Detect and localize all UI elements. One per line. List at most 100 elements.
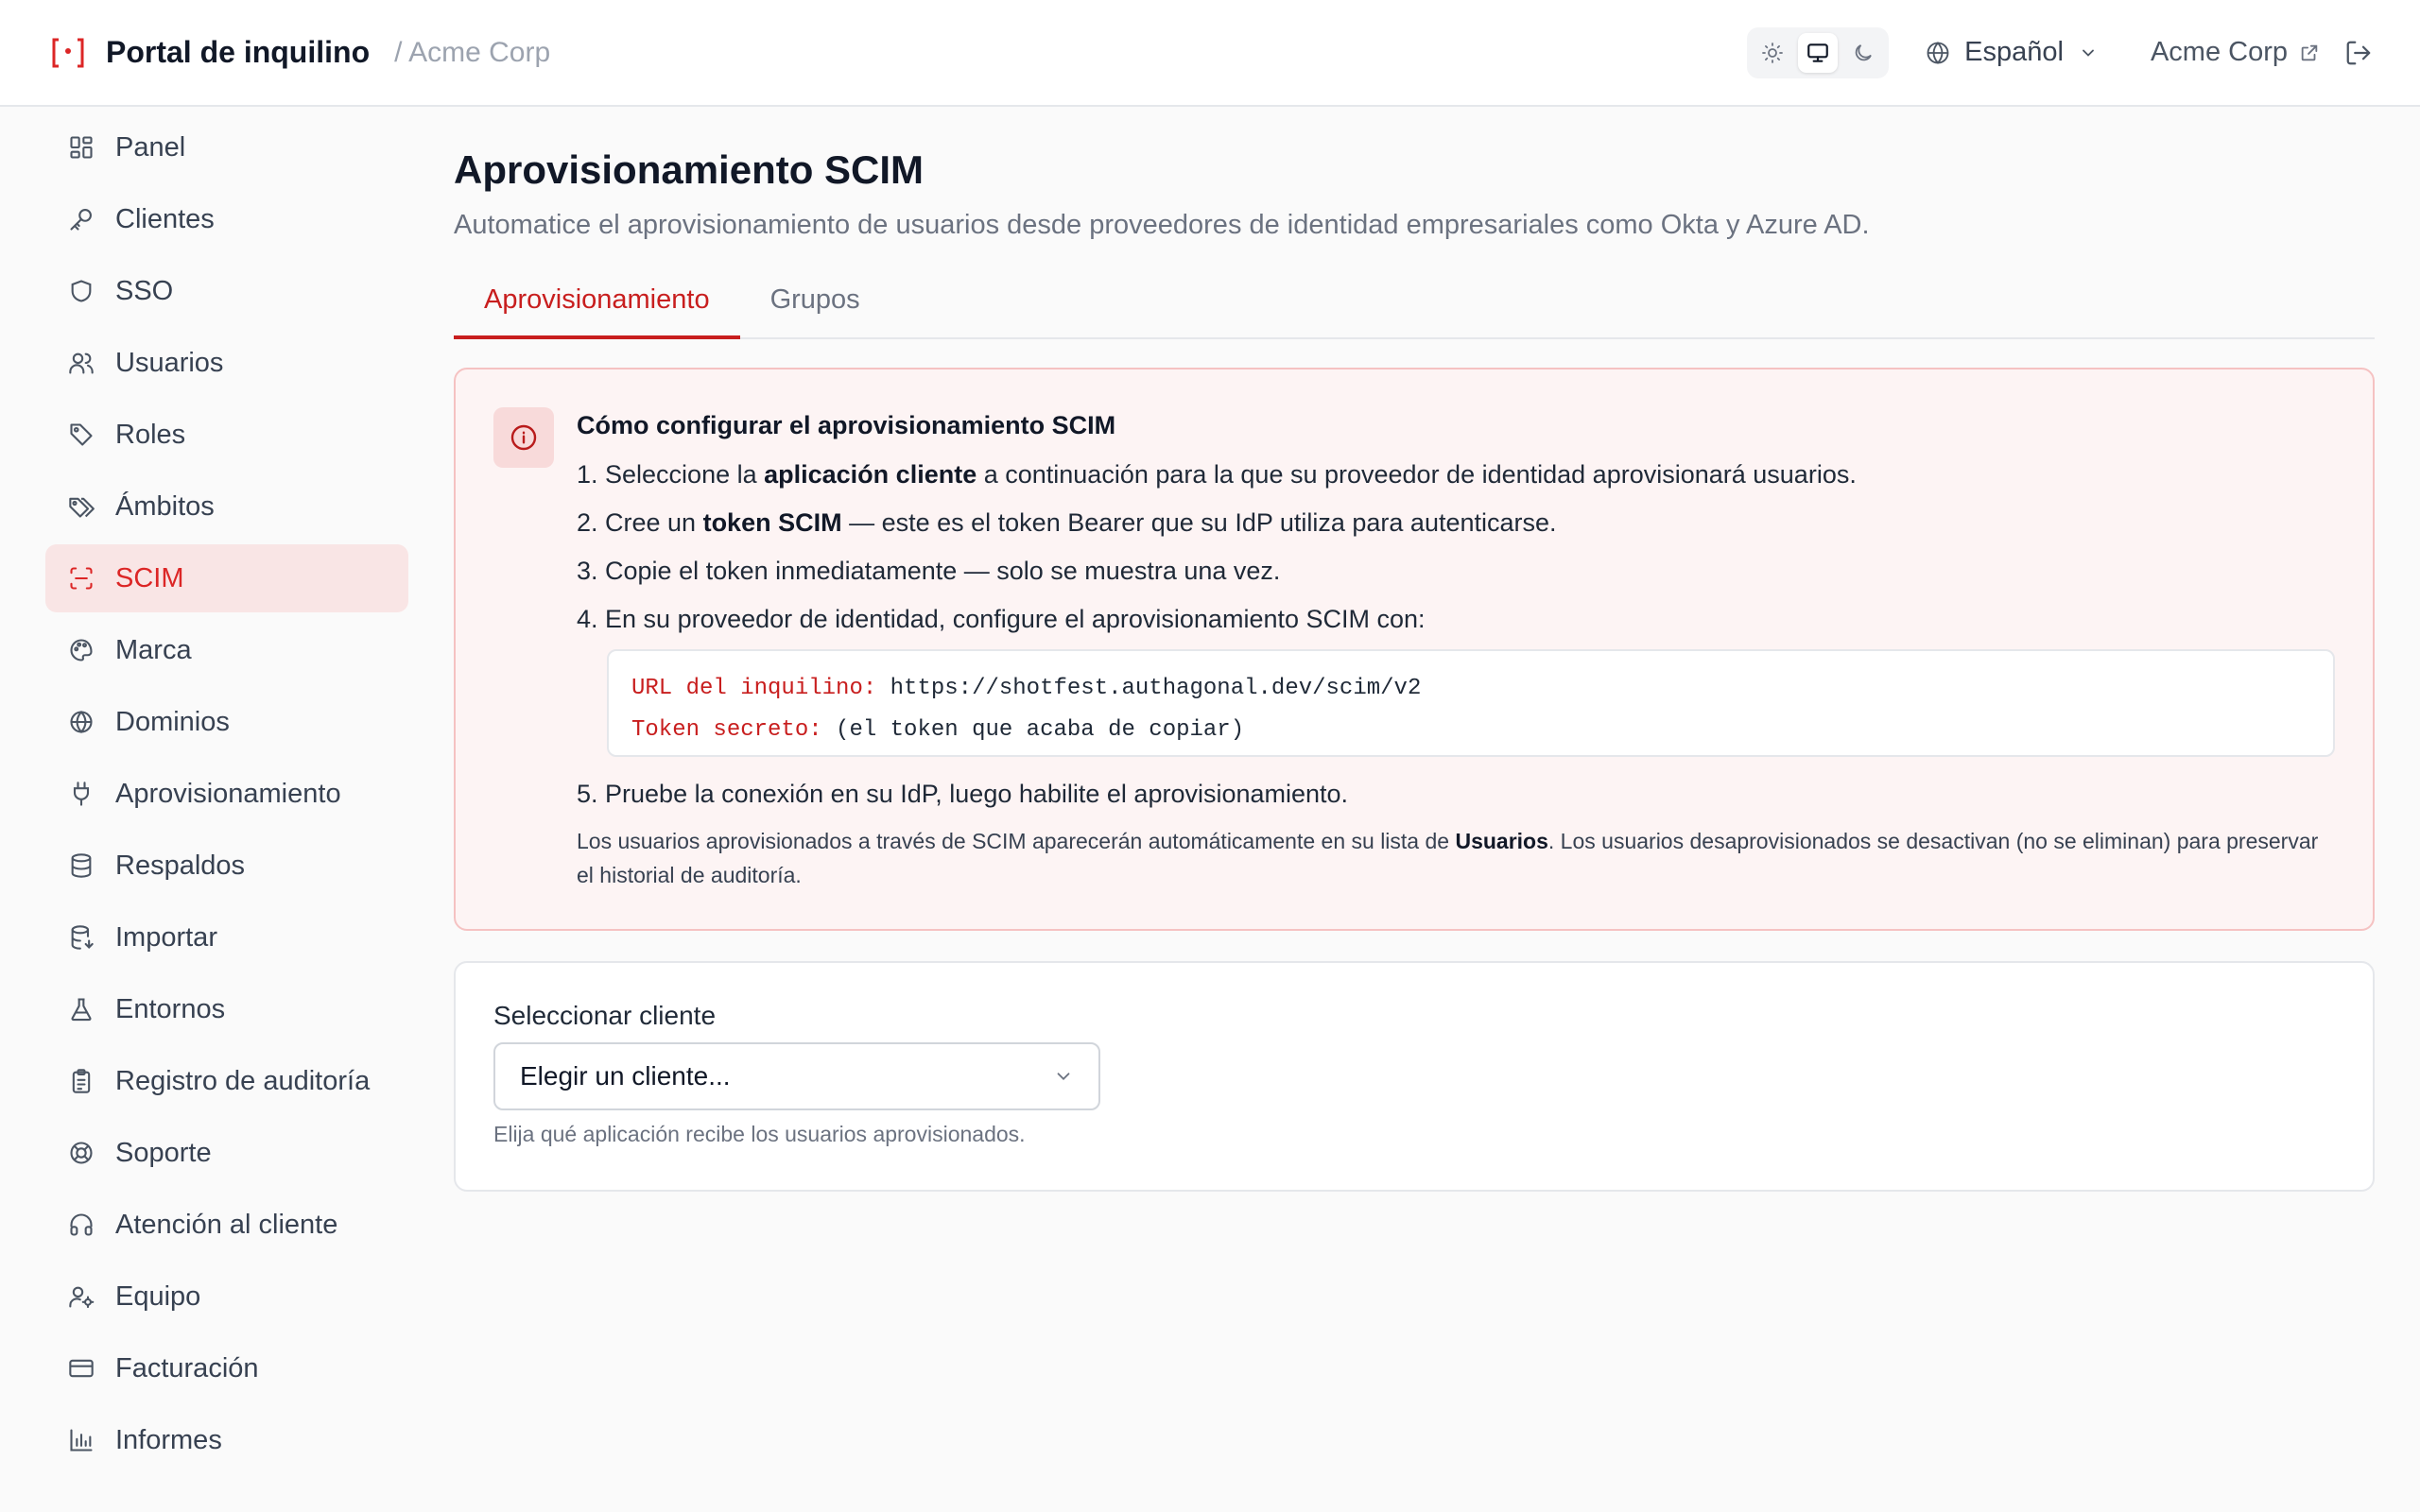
page-subtitle: Automatice el aprovisionamiento de usuar… (454, 210, 1870, 240)
sidebar-item-informes[interactable]: Informes (45, 1406, 408, 1474)
lifebuoy-icon (66, 1138, 96, 1168)
moon-icon (1855, 43, 1872, 60)
system-theme-button[interactable] (1798, 32, 1839, 73)
scan-icon (66, 563, 96, 593)
clipboard-icon (66, 1066, 96, 1096)
scim-config-code-block[interactable]: URL del inquilino: https://shotfest.auth… (607, 649, 2335, 757)
sidebar-item-scim[interactable]: SCIM (45, 544, 408, 612)
bar-chart-icon (66, 1425, 96, 1455)
sidebar-item-label: Facturación (115, 1352, 259, 1383)
logout-icon (2346, 41, 2371, 64)
sidebar-nav: Panel Clientes SSO Usuarios Roles Ámbito… (45, 113, 408, 1478)
user-cog-icon (66, 1281, 96, 1312)
headphones-icon (66, 1210, 96, 1240)
sidebar-item-label: Dominios (115, 706, 230, 737)
sidebar-item-panel[interactable]: Panel (45, 113, 408, 181)
info-title: Cómo configurar el aprovisionamiento SCI… (577, 411, 1116, 439)
logout-button[interactable] (2344, 39, 2373, 67)
setup-steps: 1. Seleccione la aplicación cliente a co… (577, 456, 2335, 637)
org-name: Acme Corp (2150, 37, 2288, 67)
sidebar-item-facturacion[interactable]: Facturación (45, 1334, 408, 1402)
users-icon (66, 348, 96, 378)
top-header: Portal de inquilino / Acme Corp Español … (0, 0, 2420, 107)
dark-theme-button[interactable] (1843, 33, 1883, 73)
plug-icon (66, 779, 96, 809)
main-content: Aprovisionamiento SCIM Automatice el apr… (454, 147, 2375, 1192)
shield-icon (66, 276, 96, 306)
step-4: 4. En su proveedor de identidad, configu… (577, 605, 1426, 633)
sidebar-item-clientes[interactable]: Clientes (45, 185, 408, 253)
sidebar-item-label: Equipo (115, 1280, 201, 1312)
sidebar-item-label: Respaldos (115, 850, 246, 881)
sidebar-item-label: Ámbitos (115, 490, 215, 522)
brand-title: Portal de inquilino (106, 35, 371, 69)
sidebar-item-label: Aprovisionamiento (115, 778, 341, 809)
breadcrumb-org: / Acme Corp (394, 36, 551, 68)
monitor-icon (1807, 43, 1828, 62)
database-icon (66, 850, 96, 881)
language-selector[interactable]: Español (1925, 37, 2098, 68)
step-5: 5. Pruebe la conexión en su IdP, luego h… (577, 780, 1349, 808)
language-label: Español (1964, 37, 2064, 67)
header-actions: Español Acme Corp (1747, 26, 2373, 78)
secret-token-line: Token secreto: (el token que acaba de co… (631, 717, 1245, 743)
sidebar-item-label: SSO (115, 275, 174, 306)
info-icon (493, 407, 554, 468)
sidebar-item-usuarios[interactable]: Usuarios (45, 329, 408, 397)
step-1: 1. Seleccione la aplicación cliente a co… (577, 460, 1857, 489)
sidebar-item-label: SCIM (115, 562, 184, 593)
brand[interactable]: Portal de inquilino / Acme Corp (49, 34, 550, 72)
sidebar-item-importar[interactable]: Importar (45, 903, 408, 971)
sidebar-item-label: Clientes (115, 203, 215, 234)
theme-toggle (1747, 26, 1890, 78)
external-link-icon (2301, 44, 2318, 60)
globe-icon (1927, 41, 1949, 64)
sidebar-item-label: Importar (115, 921, 217, 953)
sidebar-item-ambitos[interactable]: Ámbitos (45, 472, 408, 541)
sidebar-item-aprovisionamiento[interactable]: Aprovisionamiento (45, 760, 408, 828)
client-select-card: Seleccionar cliente Elegir un cliente...… (454, 961, 2375, 1192)
page-title: Aprovisionamiento SCIM (454, 147, 925, 192)
sidebar-item-respaldos[interactable]: Respaldos (45, 832, 408, 900)
light-theme-button[interactable] (1753, 33, 1792, 73)
sidebar-item-entornos[interactable]: Entornos (45, 975, 408, 1043)
credit-card-icon (66, 1353, 96, 1383)
globe-icon (66, 707, 96, 737)
chevron-down-icon (2083, 49, 2094, 57)
sidebar-item-roles[interactable]: Roles (45, 401, 408, 469)
client-select-label: Seleccionar cliente (493, 1001, 717, 1030)
sidebar-item-atencion-cliente[interactable]: Atención al cliente (45, 1191, 408, 1259)
dashboard-icon (66, 132, 96, 163)
key-icon (66, 204, 96, 234)
database-import-icon (66, 922, 96, 953)
client-select[interactable]: Elegir un cliente... (493, 1042, 1100, 1110)
step-2: 2. Cree un token SCIM — este es el token… (577, 508, 1557, 537)
tags-icon (66, 491, 96, 522)
info-note: Los usuarios aprovisionados a través de … (577, 829, 2319, 887)
sidebar-item-label: Usuarios (115, 347, 224, 378)
sidebar-item-registro-auditoria[interactable]: Registro de auditoría (45, 1047, 408, 1115)
flask-icon (66, 994, 96, 1024)
client-select-hint: Elija qué aplicación recibe los usuarios… (493, 1122, 1026, 1146)
sidebar-item-label: Informes (115, 1424, 222, 1455)
tag-icon (66, 420, 96, 450)
sidebar-item-label: Registro de auditoría (115, 1065, 371, 1096)
scim-setup-info-box: Cómo configurar el aprovisionamiento SCI… (454, 368, 2375, 931)
org-external-link[interactable]: Acme Corp (2151, 37, 2320, 68)
sidebar-item-marca[interactable]: Marca (45, 616, 408, 684)
chevron-down-icon (1057, 1073, 1070, 1081)
tabs: Aprovisionamiento Grupos (454, 279, 2375, 339)
tab-grupos[interactable]: Grupos (740, 279, 890, 339)
tab-aprovisionamiento[interactable]: Aprovisionamiento (454, 279, 740, 339)
sidebar-item-label: Panel (115, 131, 186, 163)
tenant-url-line: URL del inquilino: https://shotfest.auth… (631, 676, 1422, 701)
client-select-value: Elegir un cliente... (520, 1061, 731, 1091)
sidebar-item-label: Roles (115, 419, 186, 450)
step-3: 3. Copie el token inmediatamente — solo … (577, 557, 1281, 585)
sidebar-item-equipo[interactable]: Equipo (45, 1263, 408, 1331)
sidebar-item-sso[interactable]: SSO (45, 257, 408, 325)
palette-icon (66, 635, 96, 665)
sidebar-item-label: Marca (115, 634, 192, 665)
sidebar-item-soporte[interactable]: Soporte (45, 1119, 408, 1187)
sidebar-item-dominios[interactable]: Dominios (45, 688, 408, 756)
